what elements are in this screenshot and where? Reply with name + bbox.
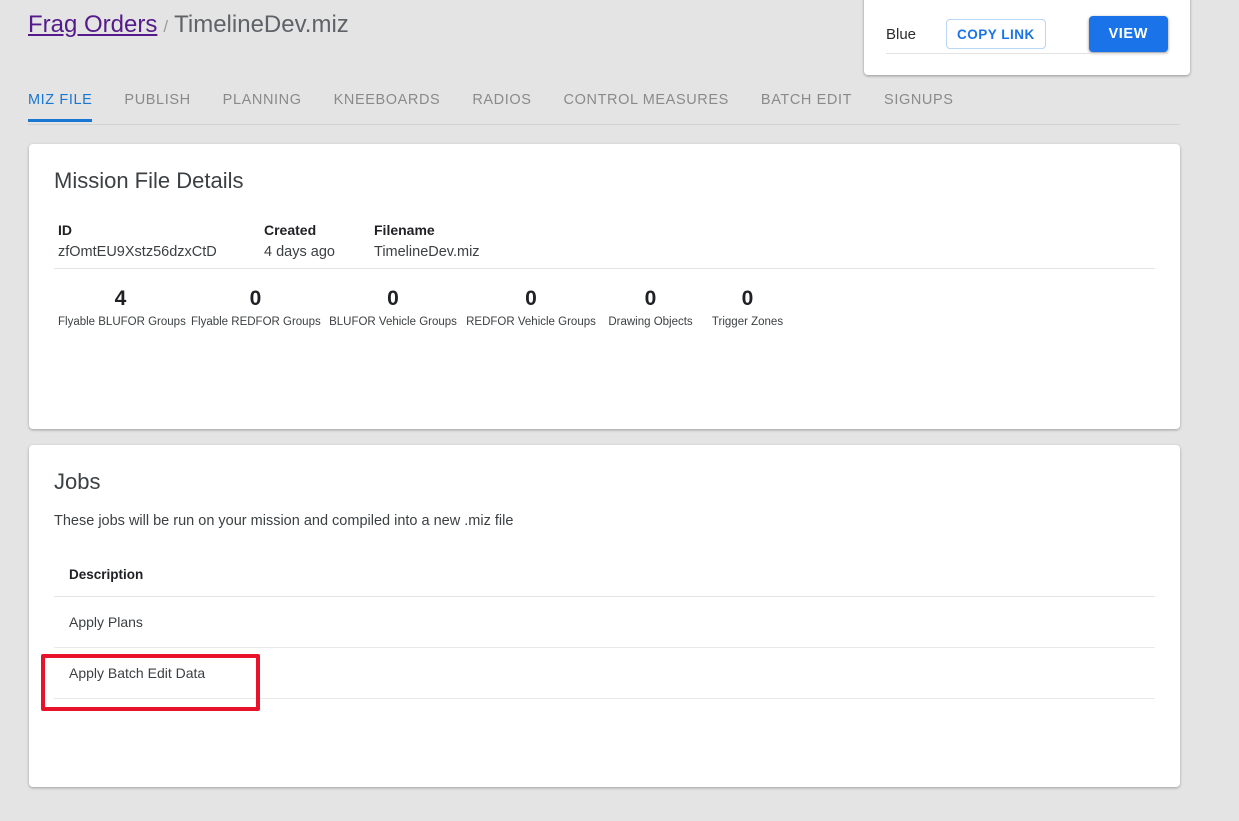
jobs-subtitle: These jobs will be run on your mission a… bbox=[54, 513, 514, 529]
stat-redfor-vehicle-groups: 0 REDFOR Vehicle Groups bbox=[462, 284, 600, 330]
jobs-card: Jobs These jobs will be run on your miss… bbox=[29, 445, 1180, 787]
detail-field-created: Created 4 days ago bbox=[264, 220, 374, 262]
stat-label: REDFOR Vehicle Groups bbox=[466, 316, 596, 328]
tab-kneeboards[interactable]: KNEEBOARDS bbox=[334, 84, 441, 122]
breadcrumb-current-file: TimelineDev.miz bbox=[174, 11, 349, 38]
tab-batch-edit[interactable]: BATCH EDIT bbox=[761, 84, 852, 122]
stat-label: BLUFOR Vehicle Groups bbox=[329, 316, 457, 328]
mission-card-divider bbox=[54, 268, 1155, 269]
tab-signups[interactable]: SIGNUPS bbox=[884, 84, 953, 122]
tab-radios[interactable]: RADIOS bbox=[472, 84, 531, 122]
tab-control-measures[interactable]: CONTROL MEASURES bbox=[564, 84, 729, 122]
detail-label-filename: Filename bbox=[374, 222, 435, 238]
mission-stats-row: 4 Flyable BLUFOR Groups 0 Flyable REDFOR… bbox=[54, 284, 794, 330]
stat-label: Drawing Objects bbox=[608, 316, 693, 328]
stat-label: Flyable BLUFOR Groups bbox=[58, 316, 186, 328]
stat-value: 0 bbox=[249, 287, 262, 310]
table-row[interactable]: Apply Batch Edit Data bbox=[54, 648, 1155, 699]
tab-underline-track bbox=[28, 124, 1180, 125]
stat-flyable-blufor-groups: 4 Flyable BLUFOR Groups bbox=[54, 284, 187, 330]
publish-status-title: Publish Status bbox=[886, 0, 990, 3]
stat-label: Trigger Zones bbox=[711, 316, 784, 328]
publish-status-value: Blue bbox=[886, 25, 917, 43]
detail-label-created: Created bbox=[264, 222, 317, 238]
stat-drawing-objects: 0 Drawing Objects bbox=[600, 284, 701, 330]
jobs-table-header-description: Description bbox=[54, 555, 1155, 597]
jobs-table: Description Apply Plans Apply Batch Edit… bbox=[54, 555, 1155, 699]
tab-strip: MIZ FILE PUBLISH PLANNING KNEEBOARDS RAD… bbox=[28, 84, 1180, 124]
stat-value: 0 bbox=[525, 287, 537, 310]
stat-value: 0 bbox=[741, 287, 754, 310]
mission-file-details-title: Mission File Details bbox=[54, 168, 244, 193]
breadcrumb: Frag Orders / TimelineDev.miz bbox=[28, 8, 349, 44]
publish-status-card: Publish Status Blue COPY LINK VIEW bbox=[864, 0, 1190, 75]
copy-link-button[interactable]: COPY LINK bbox=[946, 19, 1046, 49]
detail-label-id: ID bbox=[58, 222, 72, 238]
detail-value-id: zfOmtEU9Xstz56dzxCtD bbox=[58, 244, 217, 260]
stat-flyable-redfor-groups: 0 Flyable REDFOR Groups bbox=[187, 284, 324, 330]
tab-planning[interactable]: PLANNING bbox=[223, 84, 302, 122]
view-button[interactable]: VIEW bbox=[1088, 16, 1168, 52]
mission-file-details-card: Mission File Details ID zfOmtEU9Xstz56dz… bbox=[29, 144, 1180, 531]
detail-value-filename: TimelineDev.miz bbox=[374, 244, 480, 260]
tab-bar: MIZ FILE PUBLISH PLANNING KNEEBOARDS RAD… bbox=[28, 84, 1180, 126]
page-root: Frag Orders / TimelineDev.miz Publish Stat… bbox=[0, 0, 1239, 821]
publish-card-divider bbox=[886, 53, 1168, 54]
table-row[interactable]: Apply Plans bbox=[54, 597, 1155, 648]
mission-detail-fields: ID zfOmtEU9Xstz56dzxCtD Created 4 days a… bbox=[58, 220, 634, 262]
detail-field-id: ID zfOmtEU9Xstz56dzxCtD bbox=[58, 220, 264, 262]
stat-value: 0 bbox=[644, 287, 657, 310]
stat-trigger-zones: 0 Trigger Zones bbox=[701, 284, 794, 330]
stat-blufor-vehicle-groups: 0 BLUFOR Vehicle Groups bbox=[324, 284, 462, 330]
breadcrumb-link-frag-orders[interactable]: Frag Orders bbox=[28, 11, 157, 38]
detail-value-created: 4 days ago bbox=[264, 244, 335, 260]
breadcrumb-separator: / bbox=[163, 17, 169, 36]
detail-field-filename: Filename TimelineDev.miz bbox=[374, 220, 634, 262]
stat-value: 0 bbox=[387, 287, 399, 310]
jobs-title: Jobs bbox=[54, 469, 101, 494]
tab-miz-file[interactable]: MIZ FILE bbox=[28, 84, 93, 122]
tab-publish[interactable]: PUBLISH bbox=[124, 84, 190, 122]
stat-label: Flyable REDFOR Groups bbox=[191, 316, 321, 328]
stat-value: 4 bbox=[114, 287, 127, 310]
